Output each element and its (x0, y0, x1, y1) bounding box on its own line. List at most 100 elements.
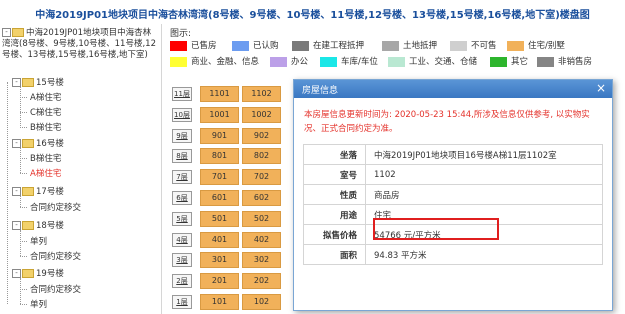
row-value: 94.83 平方米 (365, 244, 603, 265)
dialog-header[interactable]: 房屋信息 × (294, 80, 612, 98)
floor-label[interactable]: 9层 (172, 128, 192, 143)
legend-swatch (170, 56, 187, 67)
unit-cell[interactable]: 402 (242, 231, 281, 248)
table-row: 性质 商品房 (303, 184, 603, 205)
legend-item: 其它 (490, 55, 528, 67)
floor-label[interactable]: 11层 (172, 87, 192, 101)
legend-swatch (170, 40, 187, 51)
unit-cell[interactable]: 302 (242, 252, 281, 269)
folder-icon (22, 187, 34, 196)
legend-swatch (450, 40, 467, 51)
unit-cell[interactable]: 702 (242, 169, 281, 186)
unit-cell[interactable]: 301 (200, 252, 239, 269)
legend-item: 车库/车位 (320, 55, 378, 67)
tree-leaf[interactable]: 单列 (30, 235, 47, 247)
tree-root[interactable]: - 中海2019JP01地块项目中海杏林湾湾(8号楼、9号楼,10号楼、11号楼,… (2, 28, 158, 61)
legend-swatch (320, 56, 337, 67)
unit-cell[interactable]: 1102 (242, 86, 281, 102)
floor-label[interactable]: 4层 (172, 232, 192, 247)
folder-icon (12, 28, 24, 37)
collapse-icon[interactable]: - (12, 187, 21, 196)
row-value: 中海2019JP01地块项目16号楼A梯11层1102室 (365, 144, 603, 165)
tree-leaf[interactable]: 合同约定移交 (30, 283, 81, 295)
legend-swatch (507, 40, 524, 51)
legend-item: 已认购 (232, 39, 279, 51)
table-row: 坐落 中海2019JP01地块项目16号楼A梯11层1102室 (303, 144, 603, 165)
unit-cell[interactable]: 201 (200, 273, 239, 290)
floor-label[interactable]: 1层 (172, 295, 192, 309)
legend-swatch (537, 56, 554, 67)
collapse-icon[interactable]: - (12, 139, 21, 148)
building-tree: - 中海2019JP01地块项目中海杏林湾湾(8号楼、9号楼,10号楼、11号楼,… (2, 24, 160, 314)
unit-cell[interactable]: 902 (242, 127, 281, 144)
row-key: 拟售价格 (303, 224, 366, 245)
unit-cell[interactable]: 1001 (200, 106, 239, 123)
legend-item: 不可售 (450, 39, 497, 51)
unit-cell[interactable]: 801 (200, 148, 239, 165)
tree-leaf-selected[interactable]: A梯住宅 (30, 167, 61, 179)
unit-cell[interactable]: 701 (200, 169, 239, 186)
collapse-icon[interactable]: - (12, 221, 21, 230)
unit-cell[interactable]: 101 (200, 294, 239, 310)
legend-item: 土地抵押 (382, 39, 437, 51)
table-row: 面积 94.83 平方米 (303, 244, 603, 265)
legend-swatch (270, 56, 287, 67)
tree-root-label[interactable]: 中海2019JP01地块项目中海杏林湾湾(8号楼、9号楼,10号楼、11号楼,1… (2, 28, 156, 60)
floor-label[interactable]: 7层 (172, 170, 192, 185)
legend-item: 商业、金融、信息 (170, 55, 259, 67)
row-value: 1102 (365, 164, 603, 185)
legend-swatch (232, 40, 249, 51)
close-icon[interactable]: × (596, 82, 606, 95)
unit-cell[interactable]: 601 (200, 190, 239, 206)
tree-leaf[interactable]: 单列 (30, 298, 47, 310)
floor-label[interactable]: 5层 (172, 211, 192, 226)
floor-label[interactable]: 6层 (172, 191, 192, 205)
tree-leaf[interactable]: 合同约定移交 (30, 201, 81, 213)
floor-label[interactable]: 3层 (172, 253, 192, 268)
table-row: 室号 1102 (303, 164, 603, 185)
row-key: 性质 (303, 184, 366, 205)
unit-cell[interactable]: 1101 (200, 86, 239, 102)
tree-leaf[interactable]: B梯住宅 (30, 152, 61, 164)
folder-icon (22, 221, 34, 230)
tree-leaf[interactable]: B梯住宅 (30, 121, 61, 133)
row-key: 室号 (303, 164, 366, 185)
row-key: 面积 (303, 244, 366, 265)
folder-icon (22, 139, 34, 148)
legend-item: 在建工程抵押 (292, 39, 364, 51)
legend-swatch (382, 40, 399, 51)
house-info-dialog: 房屋信息 × 本房屋信息更新时间为: 2020-05-23 15:44,所涉及信… (293, 79, 613, 311)
tree-leaf[interactable]: 合同约定移交 (30, 250, 81, 262)
unit-cell[interactable]: 501 (200, 210, 239, 227)
page-title: 中海2019JP01地块项目中海杏林湾湾(8号楼、9号楼、10号楼、11号楼,1… (35, 10, 590, 21)
floor-label[interactable]: 10层 (172, 107, 192, 122)
unit-cell[interactable]: 202 (242, 273, 281, 290)
legend-item: 已售房 (170, 39, 217, 51)
unit-cell[interactable]: 102 (242, 294, 281, 310)
floor-label[interactable]: 2层 (172, 274, 192, 289)
unit-cell[interactable]: 901 (200, 127, 239, 144)
update-notice: 本房屋信息更新时间为: 2020-05-23 15:44,所涉及信息仅供参考, … (304, 110, 590, 134)
dialog-title: 房屋信息 (302, 86, 339, 96)
folder-icon (22, 269, 34, 278)
floor-label[interactable]: 8层 (172, 149, 192, 164)
legend-title: 图示: (170, 29, 192, 39)
legend-item: 非销售房 (537, 55, 592, 67)
legend-swatch (490, 56, 507, 67)
legend-item: 办公 (270, 55, 308, 67)
legend-item: 住宅/别墅 (507, 39, 565, 51)
unit-cell[interactable]: 802 (242, 148, 281, 165)
collapse-icon[interactable]: - (2, 28, 11, 37)
unit-cell[interactable]: 602 (242, 190, 281, 206)
collapse-icon[interactable]: - (12, 78, 21, 87)
price-highlight-box (373, 218, 499, 240)
tree-leaf[interactable]: C梯住宅 (30, 106, 61, 118)
folder-icon (22, 78, 34, 87)
unit-cell[interactable]: 1002 (242, 106, 281, 123)
collapse-icon[interactable]: - (12, 269, 21, 278)
unit-cell[interactable]: 502 (242, 210, 281, 227)
house-info-table: 坐落 中海2019JP01地块项目16号楼A梯11层1102室 室号 1102 性质… (303, 144, 603, 265)
panel-divider[interactable] (161, 24, 162, 314)
tree-leaf[interactable]: A梯住宅 (30, 91, 61, 103)
unit-cell[interactable]: 401 (200, 231, 239, 248)
